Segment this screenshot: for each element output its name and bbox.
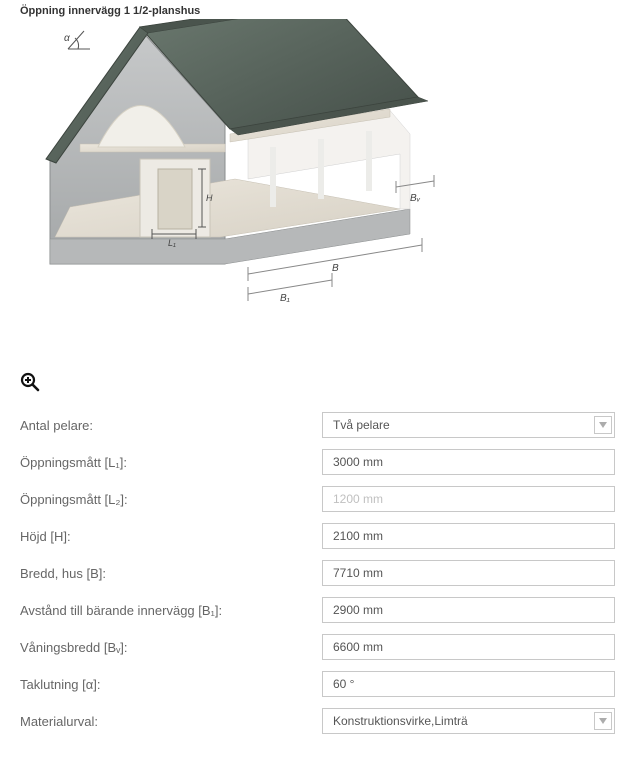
angle-label: α — [64, 33, 70, 44]
house-diagram: α L₁ H B B₁ — [20, 19, 480, 364]
field-label: Våningsbredd [Bᵥ]: — [20, 640, 322, 655]
parameters-form: Antal pelare:Två pelare Öppningsmått [L₁]… — [20, 412, 615, 734]
text-input[interactable] — [322, 671, 615, 697]
dim-b1: B₁ — [280, 293, 290, 304]
form-row: Våningsbredd [Bᵥ]: — [20, 634, 615, 660]
field-label: Avstånd till bärande innervägg [B₁]: — [20, 603, 322, 618]
form-row: Höjd [H]: — [20, 523, 615, 549]
field-label: Öppningsmått [L₁]: — [20, 455, 322, 470]
field-label: Antal pelare: — [20, 418, 322, 433]
dim-h: H — [206, 193, 213, 203]
form-row: Bredd, hus [B]: — [20, 560, 615, 586]
zoom-in-icon[interactable] — [20, 372, 40, 398]
form-row: Antal pelare:Två pelare — [20, 412, 615, 438]
field-label: Öppningsmått [L₂]: — [20, 492, 322, 507]
form-row: Avstånd till bärande innervägg [B₁]: — [20, 597, 615, 623]
text-input[interactable] — [322, 449, 615, 475]
dim-bv: Bᵥ — [410, 193, 421, 204]
field-label: Taklutning [α]: — [20, 677, 322, 692]
field-label: Bredd, hus [B]: — [20, 566, 322, 581]
text-input[interactable] — [322, 560, 615, 586]
field-label: Materialurval: — [20, 714, 322, 729]
text-input[interactable] — [322, 634, 615, 660]
form-row: Taklutning [α]: — [20, 671, 615, 697]
form-row: Materialurval:Konstruktionsvirke,Limträ — [20, 708, 615, 734]
text-input — [322, 486, 615, 512]
form-row: Öppningsmått [L₂]: — [20, 486, 615, 512]
dim-l1: L₁ — [168, 238, 176, 248]
dim-b: B — [332, 263, 339, 274]
select-input[interactable]: Konstruktionsvirke,Limträ — [322, 708, 615, 734]
diagram-caption: Öppning innervägg 1 1/2-planshus — [20, 5, 615, 17]
diagram-container: α L₁ H B B₁ — [20, 19, 615, 364]
select-input[interactable]: Två pelare — [322, 412, 615, 438]
form-row: Öppningsmått [L₁]: — [20, 449, 615, 475]
field-label: Höjd [H]: — [20, 529, 322, 544]
text-input[interactable] — [322, 597, 615, 623]
text-input[interactable] — [322, 523, 615, 549]
